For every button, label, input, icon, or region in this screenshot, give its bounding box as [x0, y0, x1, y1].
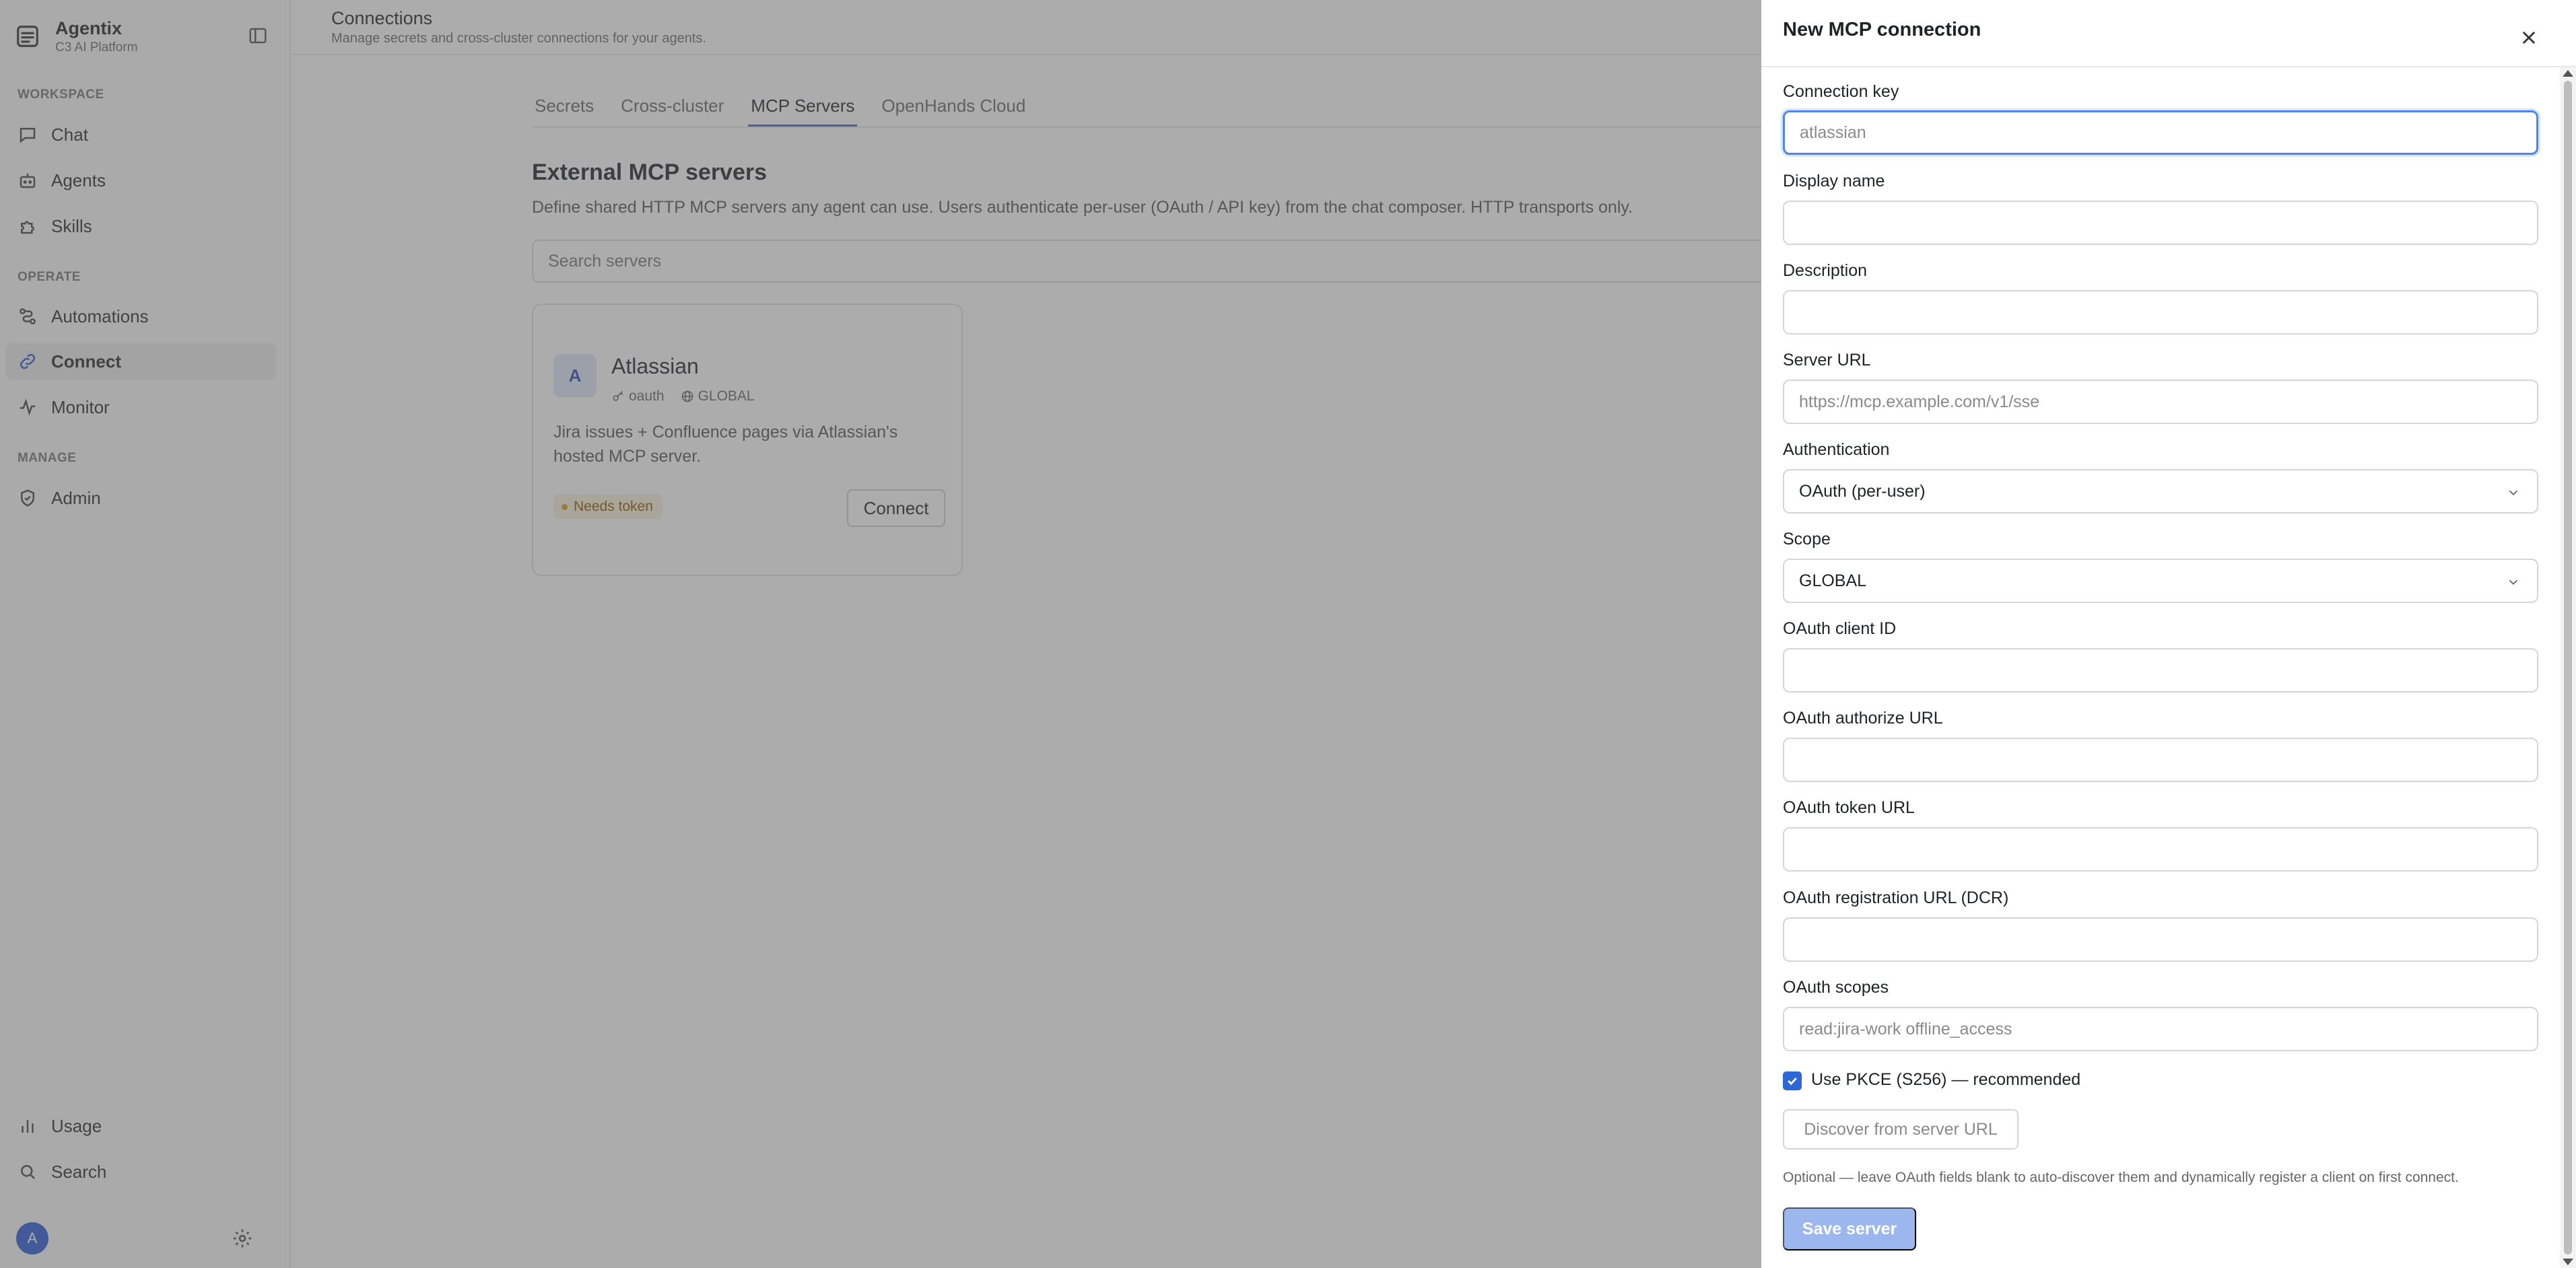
oauth-hint: Optional — leave OAuth fields blank to a…	[1783, 1170, 2459, 1185]
chevron-down-icon	[2509, 490, 2518, 496]
scrollbar-thumb[interactable]	[2564, 81, 2572, 1255]
drawer-header: New MCP connection	[1761, 0, 2576, 67]
scroll-down-arrow-icon[interactable]	[2563, 1259, 2573, 1265]
new-mcp-connection-drawer: New MCP connection Connection key atlass…	[1761, 0, 2576, 1268]
scope-select[interactable]: GLOBAL	[1783, 559, 2538, 603]
scope-label: Scope	[1783, 530, 1831, 549]
oauth-registration-url-label: OAuth registration URL (DCR)	[1783, 888, 2009, 907]
close-icon[interactable]	[2519, 28, 2538, 47]
oauth-authorize-url-input[interactable]	[1783, 738, 2538, 782]
description-label: Description	[1783, 261, 1868, 280]
pkce-checkbox[interactable]	[1783, 1071, 1802, 1090]
discover-button[interactable]: Discover from server URL	[1783, 1109, 2019, 1150]
pkce-label[interactable]: Use PKCE (S256) — recommended	[1811, 1070, 2080, 1090]
display-name-input[interactable]	[1783, 201, 2538, 245]
oauth-authorize-url-label: OAuth authorize URL	[1783, 709, 1943, 728]
connection-key-placeholder: atlassian	[1800, 122, 1866, 142]
oauth-client-id-label: OAuth client ID	[1783, 619, 1897, 638]
chevron-down-icon	[2509, 579, 2518, 586]
connection-key-label: Connection key	[1783, 82, 1899, 101]
drawer-title: New MCP connection	[1783, 19, 1981, 40]
server-url-input[interactable]: https://mcp.example.com/v1/sse	[1783, 380, 2538, 424]
authentication-value: OAuth (per-user)	[1799, 481, 1926, 501]
oauth-registration-url-input[interactable]	[1783, 917, 2538, 962]
oauth-token-url-input[interactable]	[1783, 827, 2538, 872]
scope-value: GLOBAL	[1799, 571, 1867, 590]
server-url-placeholder: https://mcp.example.com/v1/sse	[1799, 392, 2040, 411]
authentication-label: Authentication	[1783, 440, 1890, 459]
save-server-button[interactable]: Save server	[1783, 1207, 1916, 1251]
connection-key-input[interactable]: atlassian	[1783, 110, 2538, 155]
description-input[interactable]	[1783, 290, 2538, 334]
display-name-label: Display name	[1783, 172, 1885, 190]
drawer-scrollbar[interactable]	[2560, 67, 2576, 1268]
server-url-label: Server URL	[1783, 351, 1871, 369]
oauth-client-id-input[interactable]	[1783, 648, 2538, 693]
oauth-token-url-label: OAuth token URL	[1783, 798, 1915, 817]
oauth-scopes-label: OAuth scopes	[1783, 978, 1889, 997]
authentication-select[interactable]: OAuth (per-user)	[1783, 469, 2538, 514]
scroll-up-arrow-icon[interactable]	[2563, 70, 2573, 77]
oauth-scopes-placeholder: read:jira-work offline_access	[1799, 1019, 2012, 1038]
check-icon	[1788, 1077, 1797, 1086]
oauth-scopes-input[interactable]: read:jira-work offline_access	[1783, 1007, 2538, 1051]
